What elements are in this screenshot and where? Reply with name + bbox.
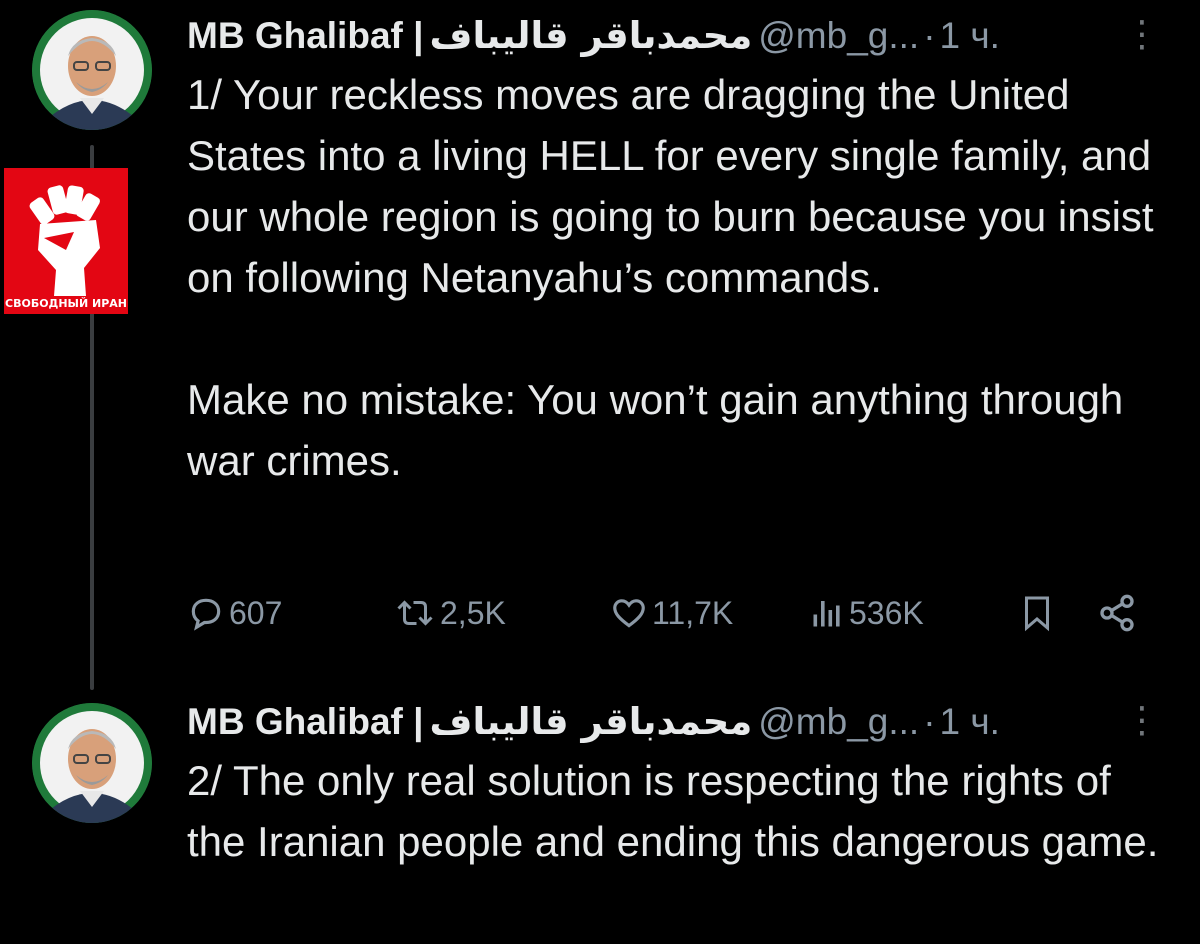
arabic-name[interactable]: محمدباقر قالیباف <box>429 700 752 743</box>
user-handle[interactable]: @mb_g... <box>758 701 919 742</box>
tweet-text: 2/ The only real solution is respecting … <box>187 750 1160 872</box>
watermark-caption: СВОБОДНЫЙ ИРАН <box>5 297 127 310</box>
repost-button[interactable]: 2,5K <box>394 588 506 638</box>
reply-count: 607 <box>229 594 283 631</box>
tweet-header: MB Ghalibaf | محمدباقر قالیباف @mb_g... · 1 … <box>187 8 1160 64</box>
tweet-paragraph: Make no mistake: You won’t gain anything… <box>187 376 1124 484</box>
separator-dot: · <box>923 701 936 742</box>
tweet-text: 1/ Your reckless moves are dragging the … <box>187 64 1160 491</box>
tweet-header: MB Ghalibaf | محمدباقر قالیباف @mb_g... · 1 … <box>187 694 1160 750</box>
avatar[interactable] <box>32 10 152 130</box>
tweet-paragraph: 1/ Your reckless moves are dragging the … <box>187 71 1154 301</box>
repost-icon <box>397 600 433 626</box>
views-chart-icon <box>813 601 840 627</box>
heart-icon <box>613 599 645 628</box>
tweet-2[interactable]: MB Ghalibaf | محمدباقر قالیباف @mb_g... · 1 … <box>187 694 1160 872</box>
repost-count: 2,5K <box>440 594 506 631</box>
bookmark-icon <box>1025 596 1049 632</box>
share-button[interactable] <box>1097 588 1141 638</box>
view-count: 536K <box>849 594 924 631</box>
reply-icon <box>191 598 221 631</box>
separator-dot: · <box>923 15 936 56</box>
user-handle[interactable]: @mb_g... <box>758 15 919 56</box>
raised-fist-icon <box>29 185 100 296</box>
profile-photo-icon <box>32 703 152 823</box>
avatar[interactable] <box>32 703 152 823</box>
display-name[interactable]: MB Ghalibaf | <box>187 701 423 742</box>
more-options-icon[interactable]: ⋮ <box>1124 8 1160 60</box>
watermark-logo: СВОБОДНЫЙ ИРАН <box>4 168 128 314</box>
display-name[interactable]: MB Ghalibaf | <box>187 15 423 56</box>
timestamp[interactable]: 1 ч. <box>940 701 1000 742</box>
tweet-paragraph: 2/ The only real solution is respecting … <box>187 757 1159 865</box>
bookmark-button[interactable] <box>1019 588 1059 638</box>
more-options-icon[interactable]: ⋮ <box>1124 694 1160 746</box>
timestamp[interactable]: 1 ч. <box>940 15 1000 56</box>
tweet-actions: 607 2,5K 11,7K 536K <box>187 588 1147 638</box>
reply-button[interactable]: 607 <box>187 588 282 638</box>
like-count: 11,7K <box>652 594 734 631</box>
profile-photo-icon <box>32 10 152 130</box>
views-button[interactable]: 536K <box>809 588 924 638</box>
tweet-1[interactable]: MB Ghalibaf | محمدباقر قالیباف @mb_g... · 1 … <box>187 8 1160 491</box>
arabic-name[interactable]: محمدباقر قالیباف <box>429 14 752 57</box>
share-icon <box>1100 594 1134 632</box>
like-button[interactable]: 11,7K <box>610 588 733 638</box>
